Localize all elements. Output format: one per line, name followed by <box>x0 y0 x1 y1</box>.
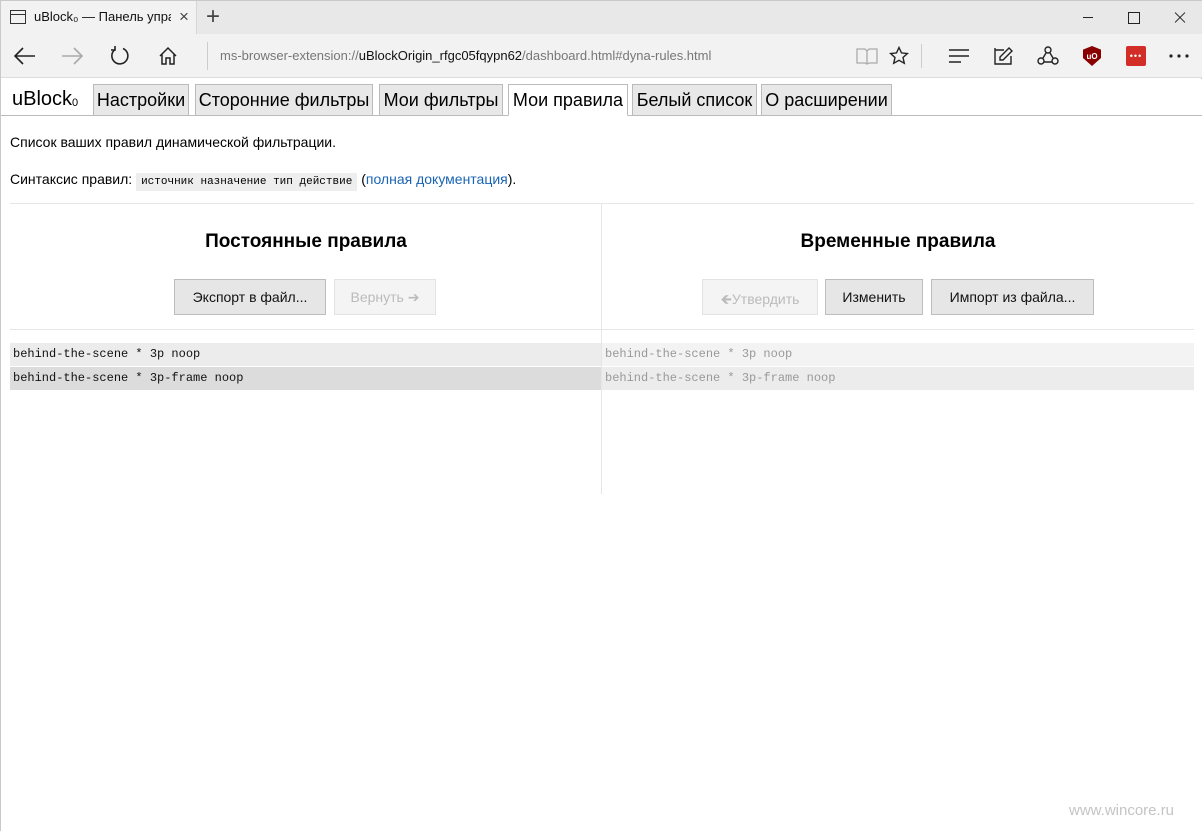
browser-tab[interactable]: uBlock₀ — Панель упра × <box>1 1 197 34</box>
dashboard-page: uBlock0 Настройки Сторонние фильтры Мои … <box>1 79 1202 831</box>
back-button[interactable] <box>9 40 41 72</box>
page-icon <box>10 10 26 24</box>
tab-my-filters[interactable]: Мои фильтры <box>379 84 503 116</box>
minimize-button[interactable] <box>1065 1 1111 34</box>
address-host: uBlockOrigin_rfgc05fqypn62 <box>358 48 523 63</box>
address-path: /dashboard.html#dyna-rules.html <box>522 48 712 63</box>
maximize-button[interactable] <box>1111 1 1157 34</box>
revert-button[interactable]: Вернуть ➔ <box>334 279 436 315</box>
favorite-button[interactable] <box>883 40 915 72</box>
lastpass-icon: ••• <box>1126 46 1146 66</box>
divider <box>10 329 1194 330</box>
reading-view-button[interactable] <box>851 40 883 72</box>
permanent-rules-title: Постоянные правила <box>205 231 407 252</box>
title-bar: uBlock₀ — Панель упра × + <box>1 1 1202 34</box>
permanent-rule-row[interactable]: behind-the-scene * 3p-frame noop <box>10 367 601 390</box>
tab-settings[interactable]: Настройки <box>93 84 189 116</box>
share-icon <box>1037 46 1059 65</box>
home-icon <box>159 46 177 65</box>
lastpass-extension-button[interactable]: ••• <box>1120 40 1152 72</box>
tab-about[interactable]: О расширении <box>761 84 892 116</box>
tab-my-rules[interactable]: Мои правила <box>508 84 628 116</box>
more-icon <box>1169 54 1189 58</box>
reading-view-icon <box>856 48 878 65</box>
refresh-icon <box>111 46 129 65</box>
web-note-button[interactable] <box>987 40 1019 72</box>
export-to-file-button[interactable]: Экспорт в файл... <box>174 279 326 315</box>
toolbar-separator <box>921 44 922 68</box>
edit-button[interactable]: Изменить <box>825 279 923 315</box>
browser-window: uBlock₀ — Панель упра × + ms-browser-ext… <box>0 0 1202 831</box>
arrow-left-icon: 🡸 <box>720 291 732 307</box>
logo-subscript: 0 <box>72 97 79 109</box>
tab-title: uBlock₀ — Панель упра <box>34 9 171 24</box>
home-button[interactable] <box>152 40 184 72</box>
address-bar[interactable]: ms-browser-extension://uBlockOrigin_rfgc… <box>207 42 847 70</box>
forward-button[interactable] <box>56 40 88 72</box>
web-note-icon <box>994 47 1013 65</box>
more-button[interactable] <box>1163 40 1195 72</box>
temporary-rule-row[interactable]: behind-the-scene * 3p noop <box>602 343 1194 366</box>
syntax-code: источник назначение тип действие <box>136 173 358 191</box>
syntax-label: Синтаксис правил: <box>10 171 133 187</box>
commit-button[interactable]: 🡸Утвердить <box>702 279 818 315</box>
ublock-icon: uO <box>1083 46 1101 66</box>
hub-button[interactable] <box>943 40 975 72</box>
temporary-rule-row[interactable]: behind-the-scene * 3p-frame noop <box>602 367 1194 390</box>
forward-arrow-icon <box>62 47 83 65</box>
refresh-button[interactable] <box>104 40 136 72</box>
intro-text: Список ваших правил динамической фильтра… <box>10 134 336 150</box>
tab-whitelist[interactable]: Белый список <box>632 84 757 116</box>
new-tab-button[interactable]: + <box>206 4 220 30</box>
paren-close: ). <box>507 171 517 187</box>
tab-close-button[interactable]: × <box>179 7 189 27</box>
permanent-rule-row[interactable]: behind-the-scene * 3p noop <box>10 343 601 366</box>
documentation-link[interactable]: полная документация <box>366 171 508 187</box>
hub-icon <box>949 49 969 63</box>
share-button[interactable] <box>1032 40 1064 72</box>
address-scheme: ms-browser-extension:// <box>220 48 359 63</box>
watermark: www.wincore.ru <box>1069 802 1175 819</box>
arrow-right-icon: ➔ <box>403 289 420 305</box>
syntax-line: Синтаксис правил: источник назначение ти… <box>10 171 517 191</box>
import-from-file-button[interactable]: Импорт из файла... <box>931 279 1094 315</box>
dashboard-tabs: uBlock0 Настройки Сторонние фильтры Мои … <box>1 79 1202 116</box>
temporary-rules-title: Временные правила <box>800 231 996 252</box>
tab-third-party-filters[interactable]: Сторонние фильтры <box>195 84 373 116</box>
navigation-bar: ms-browser-extension://uBlockOrigin_rfgc… <box>1 34 1202 78</box>
close-window-button[interactable] <box>1157 1 1202 34</box>
revert-label: Вернуть <box>350 289 404 305</box>
back-arrow-icon <box>14 47 35 65</box>
commit-label: Утвердить <box>731 291 800 307</box>
logo-text: uBlock <box>12 88 73 110</box>
star-icon <box>889 46 909 65</box>
divider <box>10 203 1194 204</box>
ublock-extension-button[interactable]: uO <box>1076 40 1108 72</box>
ublock-logo: uBlock0 <box>12 88 78 111</box>
